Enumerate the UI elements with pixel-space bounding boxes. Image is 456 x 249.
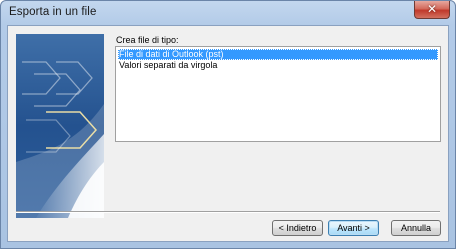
dialog-client-area: Crea file di tipo: File di dati di Outlo… <box>7 25 449 242</box>
next-button[interactable]: Avanti > <box>328 220 379 236</box>
list-item-csv[interactable]: Valori separati da virgola <box>118 60 438 71</box>
close-icon: ✕ <box>426 2 438 16</box>
window-title: Esporta in un file <box>9 6 97 18</box>
dialog-separator <box>16 211 440 213</box>
export-dialog-window: Esporta in un file ✕ Crea file di tipo: … <box>0 0 456 249</box>
back-button[interactable]: < Indietro <box>272 220 323 236</box>
list-item-pst[interactable]: File di dati di Outlook (pst) <box>118 49 438 60</box>
file-type-label: Crea file di tipo: <box>116 35 179 45</box>
file-type-listbox[interactable]: File di dati di Outlook (pst) Valori sep… <box>115 46 441 142</box>
title-bar[interactable]: Esporta in un file ✕ <box>1 1 455 25</box>
wizard-banner-image <box>16 34 104 218</box>
cancel-button[interactable]: Annulla <box>391 220 441 236</box>
close-button[interactable]: ✕ <box>414 1 450 19</box>
wizard-arrows-graphic <box>16 34 104 218</box>
